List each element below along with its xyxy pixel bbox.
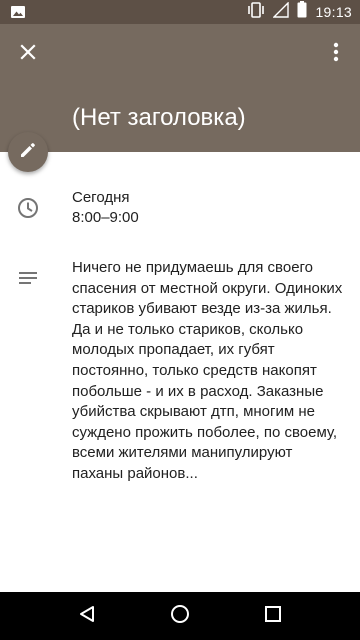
edit-button[interactable] [8,132,48,172]
status-icons: 19:13 [247,0,352,24]
edit-icon [19,141,37,164]
signal-icon [272,0,290,23]
status-time: 19:13 [315,4,352,20]
recents-button[interactable] [249,592,297,640]
home-button[interactable] [156,592,204,640]
navigation-bar [0,592,360,640]
back-icon [78,605,96,628]
close-button[interactable] [12,38,44,70]
event-header: (Нет заголовка) [0,24,360,152]
status-bar: 19:13 [0,0,360,24]
event-date: Сегодня [72,189,130,206]
home-icon [170,604,190,629]
recents-icon [265,605,282,627]
more-vert-icon [333,42,339,67]
event-title: (Нет заголовка) [72,104,246,131]
image-notification-icon [10,4,26,25]
back-button[interactable] [63,592,111,640]
close-icon [20,43,36,65]
battery-icon [297,1,307,23]
event-description: Ничего не придумаешь для своего спасения… [72,259,343,482]
event-time-range: 8:00–9:00 [72,209,139,226]
event-when: Сегодня 8:00–9:00 [72,188,139,228]
more-options-button[interactable] [324,38,348,70]
notes-icon [16,266,40,290]
vibrate-icon [247,1,265,23]
clock-icon [16,196,40,220]
